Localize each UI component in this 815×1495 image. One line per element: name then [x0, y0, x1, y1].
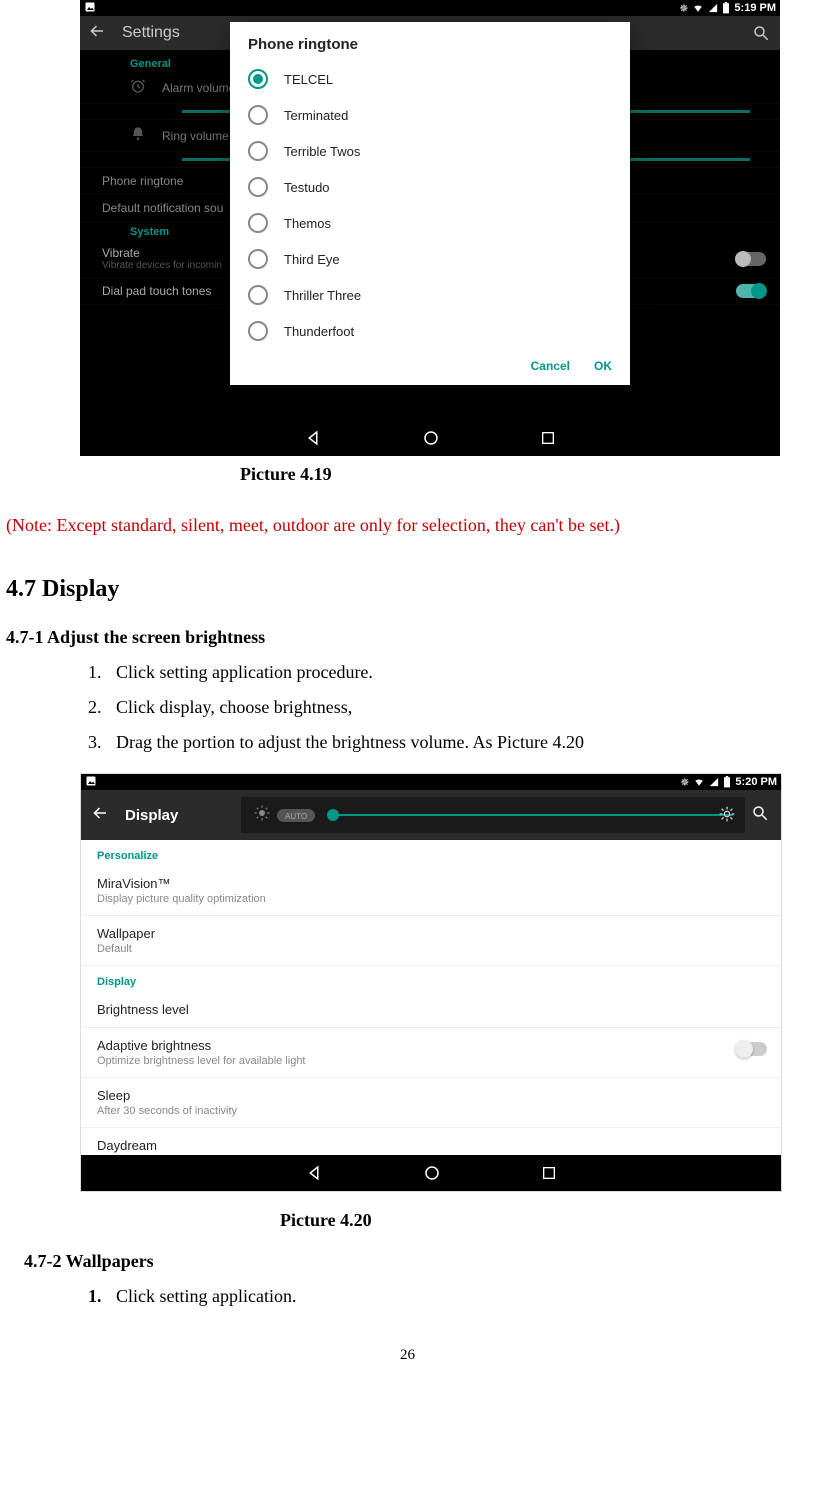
- brightness-track[interactable]: [327, 814, 733, 816]
- miravision-row[interactable]: MiraVision™ Display picture quality opti…: [81, 866, 781, 916]
- page-number: 26: [0, 1347, 815, 1364]
- radio-icon: [248, 321, 268, 341]
- status-bar: ✵ 5:19 PM: [80, 0, 780, 16]
- sun-dim-icon: [253, 804, 271, 827]
- search-icon[interactable]: [751, 804, 769, 827]
- radio-icon: [248, 249, 268, 269]
- radio-icon: [248, 141, 268, 161]
- heading-4-7: 4.7 Display: [6, 576, 815, 603]
- status-time: 5:19 PM: [734, 2, 776, 14]
- display-appbar: Display AUTO: [81, 790, 781, 840]
- brightness-thumb[interactable]: [327, 809, 339, 821]
- search-icon[interactable]: [752, 24, 770, 46]
- wallpaper-title: Wallpaper: [97, 926, 765, 941]
- picture-icon: [84, 1, 96, 13]
- dialpad-toggle[interactable]: [736, 284, 766, 298]
- ringtone-dialog: Phone ringtone TELCEL Terminated Terribl…: [230, 22, 630, 385]
- android-navbar-2: [81, 1155, 781, 1191]
- option-telcel[interactable]: TELCEL: [230, 61, 630, 97]
- option-thriller-three[interactable]: Thriller Three: [230, 277, 630, 313]
- radio-icon: [248, 285, 268, 305]
- cancel-button[interactable]: Cancel: [531, 359, 570, 373]
- nav-back-icon[interactable]: [305, 1164, 323, 1182]
- adaptive-title: Adaptive brightness: [97, 1038, 765, 1053]
- section-display: Display: [81, 966, 781, 992]
- signal-icon: [709, 777, 719, 787]
- daydream-row[interactable]: Daydream: [81, 1128, 781, 1155]
- caption-4-19: Picture 4.19: [240, 464, 815, 485]
- nav-back-icon[interactable]: [304, 429, 322, 447]
- wallpaper-sub: Default: [97, 943, 765, 955]
- caption-4-20: Picture 4.20: [280, 1210, 815, 1231]
- dialpad-label: Dial pad touch tones: [102, 284, 211, 298]
- option-testudo[interactable]: Testudo: [230, 169, 630, 205]
- bluetooth-icon: ✵: [680, 776, 689, 789]
- dimmed-background: General Alarm volume Ring volume Phone r…: [80, 50, 780, 420]
- section-personalize: Personalize: [81, 840, 781, 866]
- settings-title: Settings: [122, 24, 180, 42]
- adaptive-brightness-row[interactable]: Adaptive brightness Optimize brightness …: [81, 1028, 781, 1078]
- ok-button[interactable]: OK: [594, 359, 612, 373]
- step-1: 1.Click setting application procedure.: [88, 662, 815, 683]
- battery-icon: [722, 2, 730, 14]
- radio-icon: [248, 177, 268, 197]
- brightness-level-row[interactable]: Brightness level: [81, 992, 781, 1028]
- back-icon[interactable]: [88, 22, 106, 44]
- ring-label: Ring volume: [162, 129, 229, 143]
- vibrate-sub: Vibrate devices for incomin: [102, 260, 222, 271]
- dialog-title: Phone ringtone: [230, 22, 630, 61]
- signal-icon: [708, 3, 718, 13]
- auto-brightness-pill[interactable]: AUTO: [277, 809, 315, 822]
- option-third-eye[interactable]: Third Eye: [230, 241, 630, 277]
- picture-icon: [85, 775, 97, 787]
- step-2: 2.Click display, choose brightness,: [88, 697, 815, 718]
- miravision-title: MiraVision™: [97, 876, 765, 891]
- screenshot-display-settings: ✵ 5:20 PM Display AUTO: [80, 773, 782, 1192]
- alarm-icon: [130, 78, 150, 97]
- nav-home-icon[interactable]: [423, 1164, 441, 1182]
- option-terrible-twos[interactable]: Terrible Twos: [230, 133, 630, 169]
- bluetooth-icon: ✵: [679, 2, 688, 15]
- brightness-slider-panel[interactable]: AUTO: [241, 797, 745, 833]
- vibrate-label: Vibrate: [102, 246, 140, 260]
- sleep-sub: After 30 seconds of inactivity: [97, 1105, 765, 1117]
- subheading-4-7-1: 4.7-1 Adjust the screen brightness: [6, 627, 815, 648]
- nav-recent-icon[interactable]: [540, 430, 556, 446]
- daydream-label: Daydream: [97, 1138, 765, 1153]
- option-terminated[interactable]: Terminated: [230, 97, 630, 133]
- radio-icon: [248, 213, 268, 233]
- brightness-level-label: Brightness level: [97, 1002, 765, 1017]
- step-wallpaper-1: 1.Click setting application.: [88, 1286, 815, 1307]
- back-icon[interactable]: [91, 804, 109, 827]
- note-text: (Note: Except standard, silent, meet, ou…: [6, 515, 815, 536]
- sun-bright-icon: [719, 806, 735, 827]
- vibrate-toggle[interactable]: [736, 252, 766, 266]
- miravision-sub: Display picture quality optimization: [97, 893, 765, 905]
- bell-icon: [130, 126, 150, 145]
- display-title: Display: [125, 807, 178, 824]
- wallpaper-row[interactable]: Wallpaper Default: [81, 916, 781, 966]
- battery-icon: [723, 776, 731, 788]
- wifi-icon: [692, 3, 704, 13]
- option-themos[interactable]: Themos: [230, 205, 630, 241]
- step-3: 3.Drag the portion to adjust the brightn…: [88, 732, 815, 753]
- option-thunderfoot[interactable]: Thunderfoot: [230, 313, 630, 349]
- radio-icon: [248, 105, 268, 125]
- adaptive-sub: Optimize brightness level for available …: [97, 1055, 765, 1067]
- nav-recent-icon[interactable]: [541, 1165, 557, 1181]
- sleep-title: Sleep: [97, 1088, 765, 1103]
- android-navbar: [80, 420, 780, 456]
- status-time-2: 5:20 PM: [735, 776, 777, 788]
- sleep-row[interactable]: Sleep After 30 seconds of inactivity: [81, 1078, 781, 1128]
- radio-selected-icon: [248, 69, 268, 89]
- nav-home-icon[interactable]: [422, 429, 440, 447]
- status-bar-2: ✵ 5:20 PM: [81, 774, 781, 790]
- screenshot-settings-ringtone: ✵ 5:19 PM Settings General: [80, 0, 780, 456]
- alarm-label: Alarm volume: [162, 81, 235, 95]
- wifi-icon: [693, 777, 705, 787]
- subheading-4-7-2: 4.7-2 Wallpapers: [24, 1251, 815, 1272]
- adaptive-toggle[interactable]: [737, 1042, 767, 1056]
